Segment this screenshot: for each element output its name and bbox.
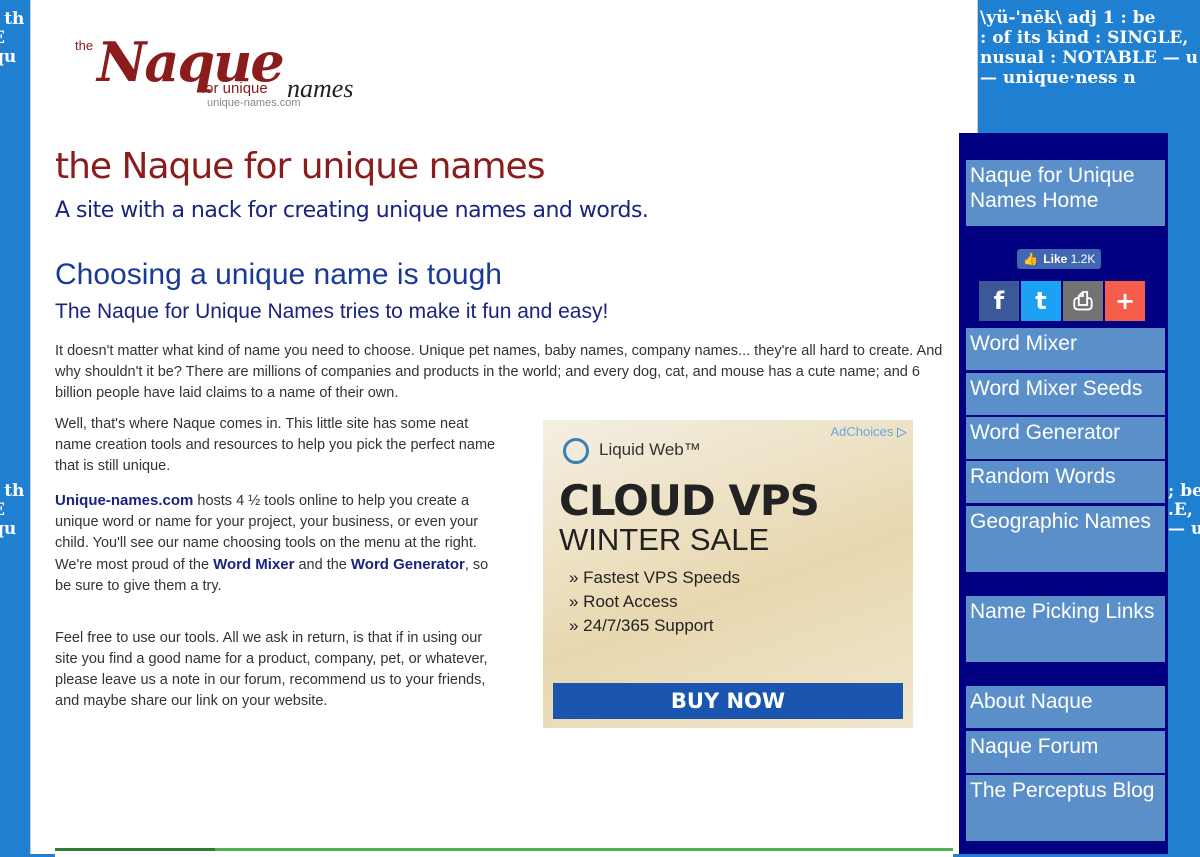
nav-perceptus-blog[interactable]: The Perceptus Blog <box>966 775 1165 841</box>
ad-brand: Liquid Web™ <box>599 440 701 459</box>
thumbs-up-icon: 👍 <box>1023 252 1038 266</box>
twitter-share-icon[interactable]: t <box>1021 281 1061 321</box>
like-count: 1.2K <box>1070 252 1096 266</box>
like-label: Like <box>1043 252 1068 266</box>
facebook-like-button[interactable]: 👍 Like 1.2K <box>1017 249 1102 269</box>
ad-bullet: » 24/7/365 Support <box>569 616 714 635</box>
nav-word-mixer-seeds[interactable]: Word Mixer Seeds <box>966 373 1165 415</box>
logo-for-unique: for unique <box>201 80 268 97</box>
ad-bullet: » Root Access <box>569 592 678 611</box>
site-logo[interactable]: the Naque for unique names unique-names.… <box>71 22 371 112</box>
buy-now-button[interactable]: BUY NOW <box>553 683 903 719</box>
nav-name-picking-links[interactable]: Name Picking Links <box>966 596 1165 662</box>
nav-home[interactable]: Naque for Unique Names Home <box>966 160 1165 226</box>
liquid-web-logo-icon <box>563 438 589 464</box>
background-text: ; th E qu <box>0 9 25 67</box>
nav-random-words[interactable]: Random Words <box>966 461 1165 503</box>
naque-paragraph: Well, that's where Naque comes in. This … <box>55 416 496 474</box>
tools-paragraph: Unique-names.com hosts 4 ½ tools online … <box>55 490 505 597</box>
facebook-share-icon[interactable]: f <box>979 281 1019 321</box>
request-paragraph: Feel free to use our tools. All we ask i… <box>55 630 488 709</box>
adchoices-icon: ▷ <box>897 424 907 439</box>
adchoices-label: AdChoices <box>830 424 894 439</box>
sidebar: Naque for Unique Names Home 👍 Like 1.2K … <box>959 133 1168 854</box>
nav-about-naque[interactable]: About Naque <box>966 686 1165 728</box>
tools-text: and the <box>294 557 351 573</box>
background-text: \yü-'nēk\ adj 1 : be : of its kind : SIN… <box>980 8 1198 88</box>
site-title: the Naque for unique names <box>55 146 545 187</box>
ad-subhead: WINTER SALE <box>559 522 770 557</box>
nav-naque-forum[interactable]: Naque Forum <box>966 731 1165 773</box>
word-mixer-link[interactable]: Word Mixer <box>213 556 294 573</box>
ad-headline: CLOUD VPS <box>559 476 820 525</box>
add-share-icon[interactable]: + <box>1105 281 1145 321</box>
adchoices-link[interactable]: AdChoices ▷ <box>831 424 908 440</box>
main-content: the Naque for unique names unique-names.… <box>30 0 978 857</box>
ad-bullet: » Fastest VPS Speeds <box>569 568 741 587</box>
background-text: ; be .E, — u <box>1168 481 1200 539</box>
logo-url: unique-names.com <box>207 97 301 109</box>
word-generator-link[interactable]: Word Generator <box>351 556 465 573</box>
advertisement[interactable]: AdChoices ▷ Liquid Web™ CLOUD VPS WINTER… <box>543 420 913 728</box>
intro-paragraph: It doesn't matter what kind of name you … <box>55 343 943 401</box>
background-text: ; th E qu <box>0 481 25 539</box>
strip-segment <box>55 848 215 851</box>
bottom-tab-strip <box>55 848 953 857</box>
print-icon[interactable]: ⎙ <box>1063 281 1103 321</box>
section-heading: Choosing a unique name is tough <box>55 258 502 291</box>
nav-word-generator[interactable]: Word Generator <box>966 417 1165 459</box>
unique-names-link[interactable]: Unique-names.com <box>55 492 193 509</box>
site-tagline: A site with a nack for creating unique n… <box>55 198 649 223</box>
logo-the: the <box>75 38 94 53</box>
nav-word-mixer[interactable]: Word Mixer <box>966 328 1165 370</box>
section-subheading: The Naque for Unique Names tries to make… <box>55 300 609 323</box>
nav-geographic-names[interactable]: Geographic Names <box>966 506 1165 572</box>
